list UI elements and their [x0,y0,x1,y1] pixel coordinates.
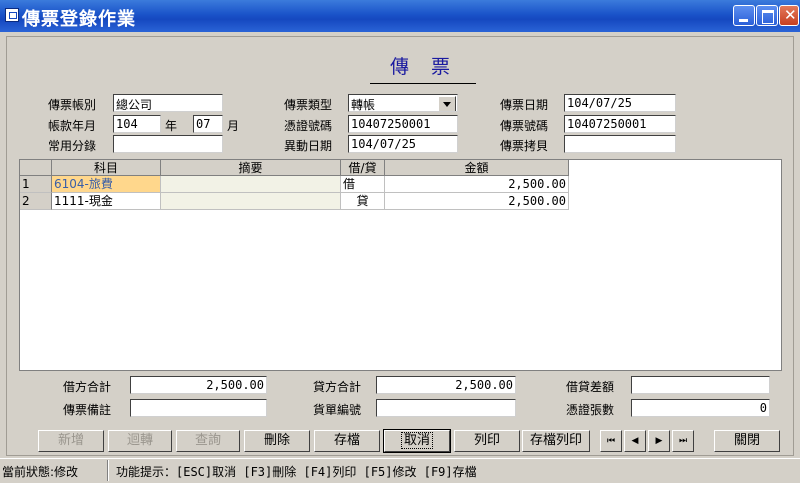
save-button[interactable]: 存檔 [314,430,380,452]
print-button[interactable]: 列印 [454,430,520,452]
voucher-date-label: 傳票日期 [500,98,549,112]
grid-cell-account[interactable]: 1111-現金 [52,193,161,210]
voucher-number-field[interactable]: 10407250001 [564,115,676,133]
reverse-button[interactable]: 迴轉 [108,430,172,452]
grid-cell-amount[interactable]: 2,500.00 [385,193,569,210]
row-number[interactable]: 1 [20,176,52,193]
voucher-copies-label: 傳票拷貝 [500,139,549,153]
credit-total-field[interactable]: 2,500.00 [376,376,516,394]
month-unit-label: 月 [227,119,240,133]
grid-cell-summary[interactable] [161,176,341,193]
voucher-heading: 傳票 [390,56,473,78]
delete-button[interactable]: 刪除 [244,430,310,452]
cancel-button-label: 取消 [400,432,434,449]
close-icon: ✕ [784,6,797,24]
voucher-type-value: 轉帳 [351,98,376,112]
voucher-number-label: 傳票號碼 [500,119,549,133]
grid-cell-amount[interactable]: 2,500.00 [385,176,569,193]
debit-total-field[interactable]: 2,500.00 [130,376,267,394]
maximize-button[interactable] [756,5,778,26]
first-record-button[interactable]: ⏮ [600,430,622,452]
voucher-doc-no-field[interactable]: 10407250001 [348,115,458,133]
prev-icon: ◀ [631,436,639,446]
grid-header-amount[interactable]: 金額 [385,160,569,176]
diff-label: 借貸差額 [566,380,615,394]
grid-header-summary[interactable]: 摘要 [161,160,341,176]
grid-cell-summary[interactable] [161,193,341,210]
heading-underline [370,83,476,84]
voucher-detail-grid[interactable]: 科目 摘要 借/貸 金額 1 6104-旅費 借 2,500.00 2 1111… [19,159,782,371]
grid-cell-dc[interactable]: 貸 [341,193,385,210]
month-field[interactable]: 07 [193,115,223,133]
doc-count-field[interactable]: 0 [631,399,770,417]
close-window-button[interactable]: ✕ [779,5,799,26]
voucher-doc-no-label: 憑證號碼 [284,119,333,133]
change-date-label: 異動日期 [284,139,333,153]
voucher-book-field[interactable]: 總公司 [113,94,223,112]
status-separator [107,460,109,481]
debit-total-label: 借方合計 [63,380,112,394]
first-icon: ⏮ [606,436,616,446]
next-record-button[interactable]: ▶ [648,430,670,452]
next-icon: ▶ [655,436,663,446]
grid-header-dc[interactable]: 借/貸 [341,160,385,176]
year-unit-label: 年 [165,119,178,133]
last-icon: ⏭ [678,436,688,446]
save-print-button[interactable]: 存檔列印 [522,430,590,452]
grid-header-account[interactable]: 科目 [52,160,161,176]
credit-total-label: 貸方合計 [313,380,362,394]
common-entry-label: 常用分錄 [48,139,97,153]
voucher-date-field[interactable]: 104/07/25 [564,94,676,112]
grid-cell-account[interactable]: 6104-旅費 [52,176,161,193]
query-button[interactable]: 查詢 [176,430,240,452]
voucher-remark-label: 傳票備註 [63,403,112,417]
cancel-button[interactable]: 取消 [383,429,451,453]
year-field[interactable]: 104 [113,115,161,133]
voucher-type-select[interactable]: 轉帳 [348,94,458,112]
voucher-remark-field[interactable] [130,399,267,417]
bill-no-label: 貨單編號 [313,403,362,417]
minimize-button[interactable] [733,5,755,26]
status-function-tip: 功能提示：[ESC]取消 [F3]刪除 [F4]列印 [F5]修改 [F9]存檔 [116,465,477,479]
close-button[interactable]: 關閉 [714,430,780,452]
diff-field[interactable] [631,376,770,394]
add-button[interactable]: 新增 [38,430,104,452]
common-entry-field[interactable] [113,135,223,153]
last-record-button[interactable]: ⏭ [672,430,694,452]
grid-corner-header [20,160,52,176]
grid-cell-dc[interactable]: 借 [341,176,385,193]
voucher-book-label: 傳票帳別 [48,98,97,112]
account-ym-label: 帳款年月 [48,119,97,133]
voucher-copies-field[interactable] [564,135,676,153]
row-number[interactable]: 2 [20,193,52,210]
prev-record-button[interactable]: ◀ [624,430,646,452]
app-window-icon[interactable] [5,8,19,22]
voucher-type-label: 傳票類型 [284,98,333,112]
window-title: 傳票登錄作業 [22,9,136,30]
status-state: 當前狀態:修改 [2,465,79,479]
change-date-field[interactable]: 104/07/25 [348,135,458,153]
doc-count-label: 憑證張數 [566,403,615,417]
chevron-down-icon[interactable] [438,96,456,111]
bill-no-field[interactable] [376,399,516,417]
